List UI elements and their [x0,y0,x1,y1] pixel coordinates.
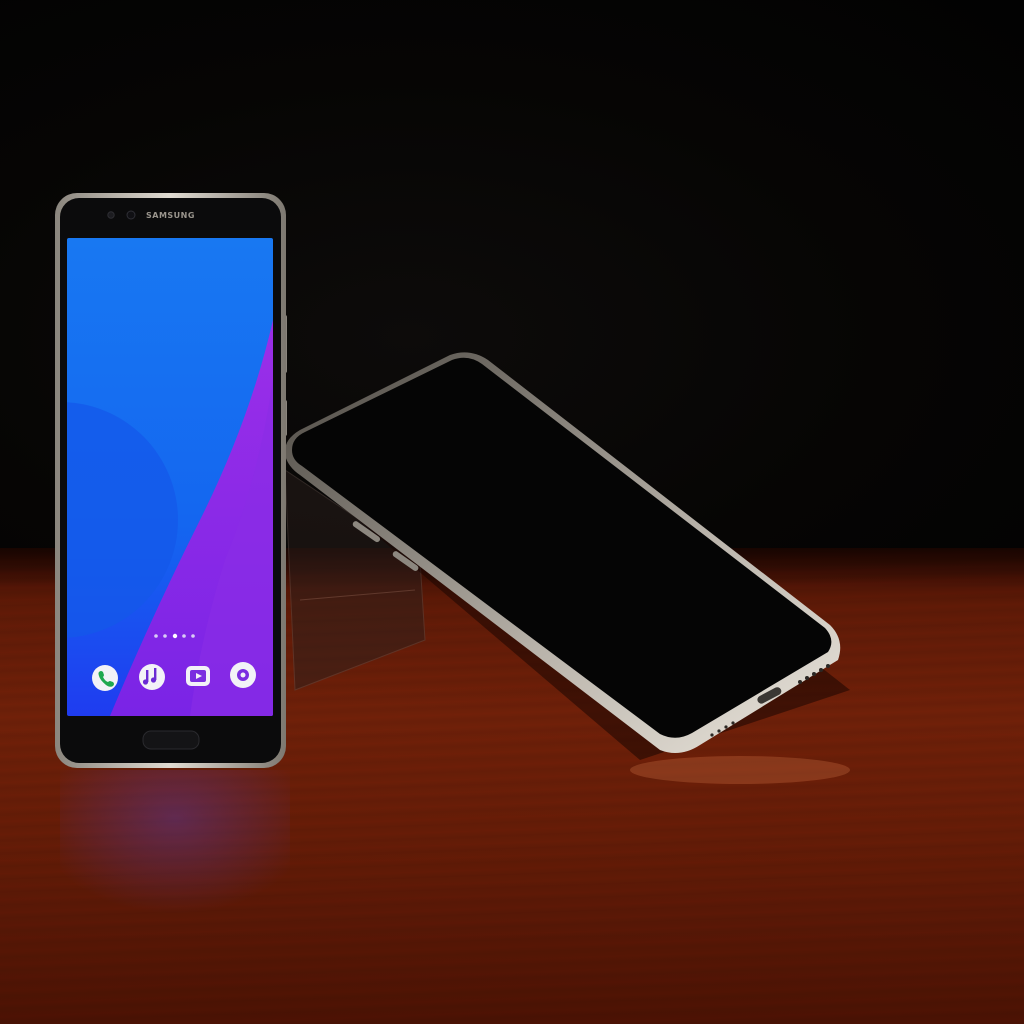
home-screen-wallpaper [67,238,273,716]
circle-icon[interactable] [230,662,256,688]
lying-phone-reflection [630,756,850,784]
standing-phone-reflection [60,770,290,930]
brand-label: SAMSUNG [146,211,195,220]
front-camera [126,210,136,220]
phone-icon[interactable] [92,665,118,691]
home-button[interactable] [142,730,200,750]
photo-scene: SAMSUNG [0,0,1024,1024]
music-icon[interactable] [139,664,165,690]
camera-icon[interactable] [186,666,210,686]
phones-illustration: SAMSUNG [55,193,850,930]
standing-phone: SAMSUNG [55,193,287,768]
proximity-sensor [107,211,115,219]
